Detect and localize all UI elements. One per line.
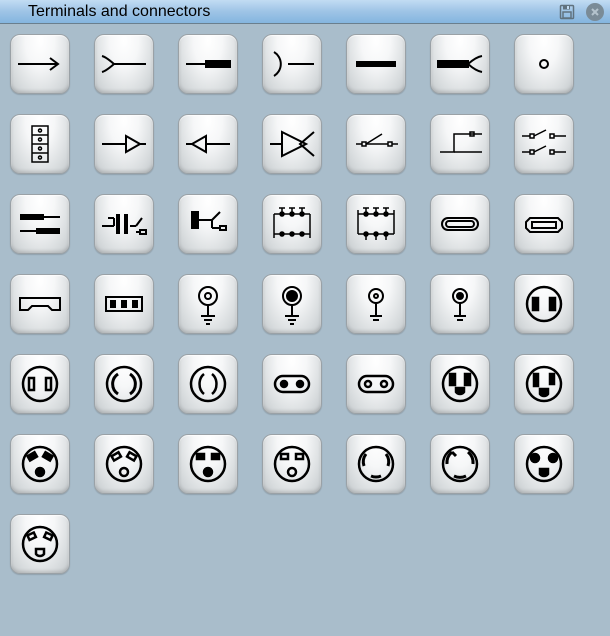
double-terminal-bars[interactable] — [10, 194, 70, 254]
bus-connector-4a[interactable] — [262, 194, 322, 254]
jack-pin-filled[interactable] — [262, 274, 322, 334]
save-icon[interactable] — [558, 3, 576, 21]
arrow-wire[interactable] — [10, 34, 70, 94]
outlet-2pin-filled[interactable] — [514, 274, 574, 334]
bus-connector-4b[interactable] — [346, 194, 406, 254]
arrow-wire-hollow-right[interactable] — [94, 114, 154, 174]
switch-single-node[interactable] — [346, 114, 406, 174]
terminal-post[interactable] — [178, 194, 238, 254]
thick-open-terminal[interactable] — [430, 34, 490, 94]
thick-terminal[interactable] — [346, 34, 406, 94]
outlet-2blade-ground[interactable] — [430, 354, 490, 414]
outlet-3ph-c[interactable] — [178, 434, 238, 494]
double-arrow-hollow[interactable] — [262, 114, 322, 174]
outlet-2dot[interactable] — [262, 354, 322, 414]
switch-double[interactable] — [514, 114, 574, 174]
window-title: Terminals and connectors — [28, 3, 550, 21]
jack-pin-open[interactable] — [178, 274, 238, 334]
window-titlebar: Terminals and connectors — [0, 0, 610, 24]
port-slot-wide[interactable] — [10, 274, 70, 334]
outlet-locking-d[interactable] — [10, 514, 70, 574]
symbol-grid — [0, 24, 610, 584]
outlet-2blade-ground-us[interactable] — [514, 354, 574, 414]
jack-pin-small-filled[interactable] — [430, 274, 490, 334]
terminal-block-4[interactable] — [10, 114, 70, 174]
outlet-2pin-outline[interactable] — [10, 354, 70, 414]
male-terminal[interactable] — [178, 34, 238, 94]
close-icon[interactable] — [586, 3, 604, 21]
port-slot-triple[interactable] — [94, 274, 154, 334]
outlet-round-arcs[interactable] — [94, 354, 154, 414]
usb-port-b[interactable] — [514, 194, 574, 254]
female-terminal[interactable] — [262, 34, 322, 94]
outlet-3ph-b[interactable] — [94, 434, 154, 494]
outlet-locking-a[interactable] — [346, 434, 406, 494]
outlet-locking-c[interactable] — [514, 434, 574, 494]
open-wire-terminal[interactable] — [94, 34, 154, 94]
outlet-2dot-hollow[interactable] — [346, 354, 406, 414]
switch-step[interactable] — [430, 114, 490, 174]
usb-port-a[interactable] — [430, 194, 490, 254]
circular-node[interactable] — [514, 34, 574, 94]
arrow-wire-hollow-left[interactable] — [178, 114, 238, 174]
outlet-locking-b[interactable] — [430, 434, 490, 494]
capacitor-terminal[interactable] — [94, 194, 154, 254]
jack-pin-small-open[interactable] — [346, 274, 406, 334]
outlet-3ph-a[interactable] — [10, 434, 70, 494]
outlet-round-arcs-alt[interactable] — [178, 354, 238, 414]
outlet-3ph-d[interactable] — [262, 434, 322, 494]
